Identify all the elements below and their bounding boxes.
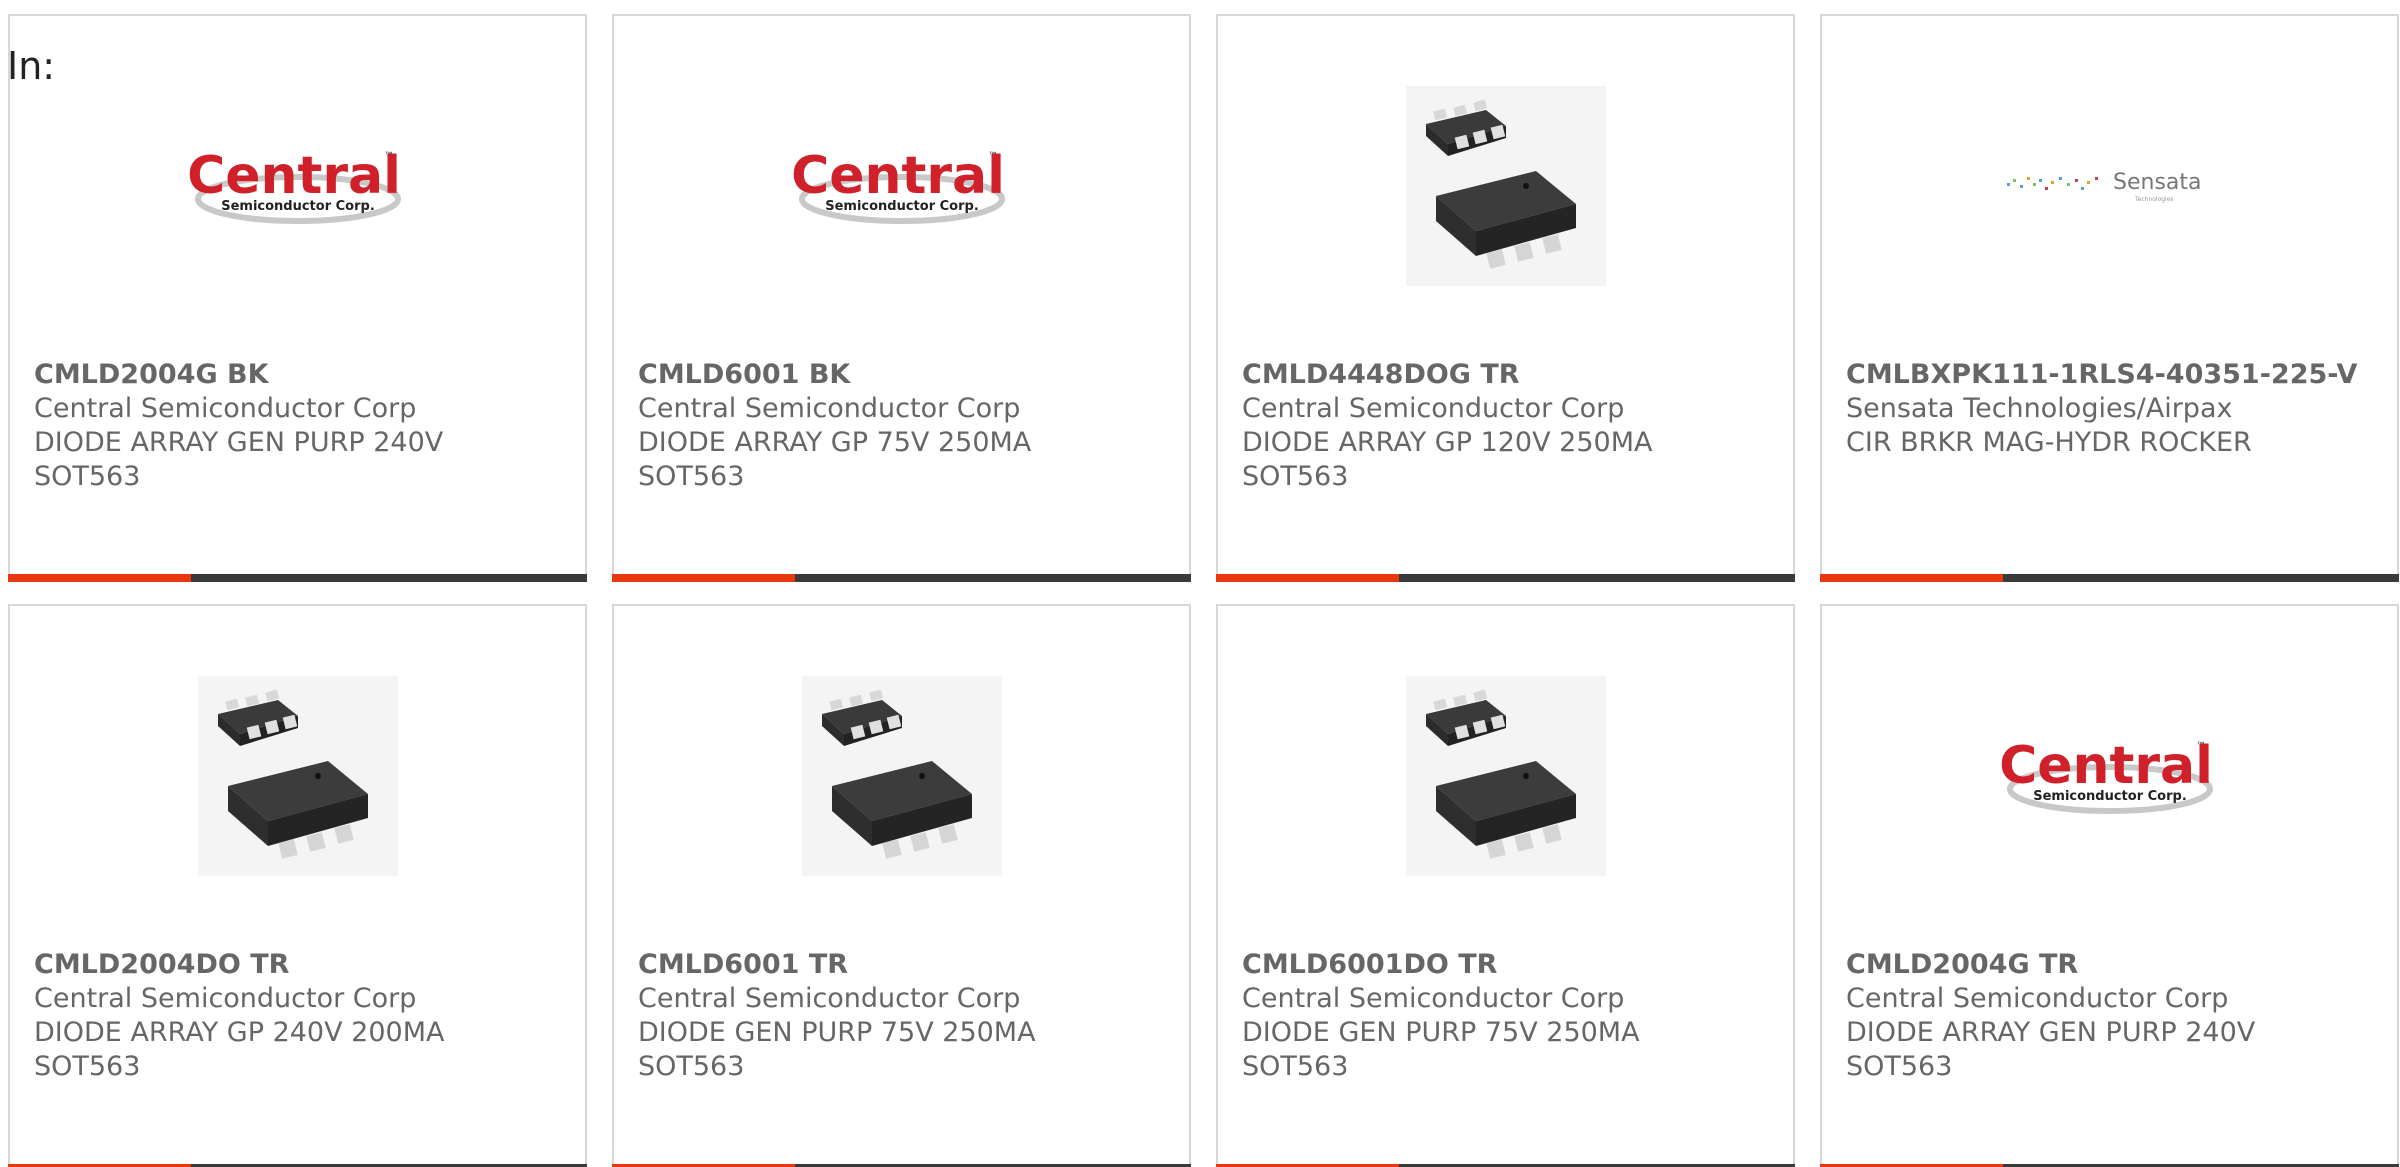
description: DIODE GEN PURP 75V 250MA: [638, 1017, 1036, 1048]
package: SOT563: [1242, 461, 1349, 492]
product-info: CMLD6001 BK Central Semiconductor Corp D…: [638, 358, 1179, 494]
svg-text:Semiconductor Corp.: Semiconductor Corp.: [825, 199, 979, 214]
manufacturer: Central Semiconductor Corp: [1242, 393, 1625, 424]
description: CIR BRKR MAG-HYDR ROCKER: [1846, 427, 2252, 458]
product-image: Central ™ Semiconductor Corp.: [1822, 671, 2397, 881]
product-info: CMLD2004G TR Central Semiconductor Corp …: [1846, 948, 2387, 1084]
part-number[interactable]: CMLD2004DO TR: [34, 948, 575, 982]
svg-text:Central: Central: [792, 146, 1005, 206]
svg-text:Technologies: Technologies: [2134, 196, 2174, 203]
product-info: CMLD2004G BK Central Semiconductor Corp …: [34, 358, 575, 494]
card-footer-bar: [1820, 574, 2399, 582]
package: SOT563: [638, 1051, 745, 1082]
product-image: Sensata Technologies: [1822, 81, 2397, 291]
product-info: CMLD6001DO TR Central Semiconductor Corp…: [1242, 948, 1783, 1084]
product-card[interactable]: CMLD2004DO TR Central Semiconductor Corp…: [8, 604, 587, 1167]
product-image: [1218, 671, 1793, 881]
card-footer-bar: [8, 574, 587, 582]
part-number[interactable]: CMLBXPK111-1RLS4-40351-225-V: [1846, 358, 2387, 392]
package: SOT563: [1242, 1051, 1349, 1082]
description: DIODE GEN PURP 75V 250MA: [1242, 1017, 1640, 1048]
part-number[interactable]: CMLD6001 TR: [638, 948, 1179, 982]
product-info: CMLD4448DOG TR Central Semiconductor Cor…: [1242, 358, 1783, 494]
description: DIODE ARRAY GEN PURP 240V: [34, 427, 444, 458]
manufacturer: Sensata Technologies/Airpax: [1846, 393, 2233, 424]
product-card[interactable]: CMLD4448DOG TR Central Semiconductor Cor…: [1216, 14, 1795, 582]
part-number[interactable]: CMLD6001 BK: [638, 358, 1179, 392]
card-footer-accent: [1820, 574, 2003, 582]
part-number[interactable]: CMLD6001DO TR: [1242, 948, 1783, 982]
card-footer-accent: [612, 574, 795, 582]
product-card[interactable]: Central ™ Semiconductor Corp. CMLD2004G …: [8, 14, 587, 582]
package: SOT563: [1846, 1051, 1953, 1082]
sot563-package-icon: [1405, 86, 1606, 286]
product-image: [10, 671, 585, 881]
sot563-package-icon: [1405, 676, 1606, 876]
description: DIODE ARRAY GP 240V 200MA: [34, 1017, 445, 1048]
manufacturer: Central Semiconductor Corp: [638, 983, 1021, 1014]
card-footer-accent: [1216, 574, 1399, 582]
product-card[interactable]: CMLD6001DO TR Central Semiconductor Corp…: [1216, 604, 1795, 1167]
product-image: Central ™ Semiconductor Corp.: [10, 81, 585, 291]
description: DIODE ARRAY GP 75V 250MA: [638, 427, 1032, 458]
product-info: CMLBXPK111-1RLS4-40351-225-V Sensata Tec…: [1846, 358, 2387, 460]
svg-text:™: ™: [2196, 741, 2206, 752]
part-number[interactable]: CMLD2004G BK: [34, 358, 575, 392]
sot563-package-icon: [801, 676, 1002, 876]
product-image: Central ™ Semiconductor Corp.: [614, 81, 1189, 291]
svg-text:™: ™: [988, 151, 998, 162]
svg-text:Semiconductor Corp.: Semiconductor Corp.: [2033, 789, 2187, 804]
product-card[interactable]: Central ™ Semiconductor Corp. CMLD2004G …: [1820, 604, 2399, 1167]
svg-text:Central: Central: [2000, 736, 2213, 796]
central-logo-icon: Central ™ Semiconductor Corp.: [792, 146, 1005, 224]
part-number[interactable]: CMLD2004G TR: [1846, 948, 2387, 982]
package: SOT563: [34, 1051, 141, 1082]
central-logo-icon: Central ™ Semiconductor Corp.: [188, 146, 401, 224]
product-image: [614, 671, 1189, 881]
svg-text:Semiconductor Corp.: Semiconductor Corp.: [221, 199, 375, 214]
svg-text:™: ™: [384, 151, 394, 162]
central-logo-icon: Central ™ Semiconductor Corp.: [2000, 736, 2213, 814]
product-info: CMLD6001 TR Central Semiconductor Corp D…: [638, 948, 1179, 1084]
product-card[interactable]: Central ™ Semiconductor Corp. CMLD6001 B…: [612, 14, 1191, 582]
description: DIODE ARRAY GEN PURP 240V: [1846, 1017, 2256, 1048]
svg-text:Sensata: Sensata: [2113, 170, 2202, 195]
product-card[interactable]: Sensata Technologies CMLBXPK111-1RLS4-40…: [1820, 14, 2399, 582]
sot563-package-icon: [197, 676, 398, 876]
package: SOT563: [638, 461, 745, 492]
manufacturer: Central Semiconductor Corp: [638, 393, 1021, 424]
manufacturer: Central Semiconductor Corp: [34, 983, 417, 1014]
description: DIODE ARRAY GP 120V 250MA: [1242, 427, 1653, 458]
package: SOT563: [34, 461, 141, 492]
product-grid-page: Central ™ Semiconductor Corp. CMLD2004G …: [0, 0, 2400, 1167]
card-footer-accent: [8, 574, 191, 582]
product-card[interactable]: CMLD6001 TR Central Semiconductor Corp D…: [612, 604, 1191, 1167]
product-info: CMLD2004DO TR Central Semiconductor Corp…: [34, 948, 575, 1084]
sensata-logo-icon: Sensata Technologies: [2006, 170, 2202, 203]
manufacturer: Central Semiconductor Corp: [1846, 983, 2229, 1014]
svg-text:Central: Central: [188, 146, 401, 206]
product-grid: Central ™ Semiconductor Corp. CMLD2004G …: [8, 14, 2399, 1167]
in-label: In:: [7, 44, 56, 88]
card-footer-bar: [1216, 574, 1795, 582]
card-footer-bar: [612, 574, 1191, 582]
manufacturer: Central Semiconductor Corp: [1242, 983, 1625, 1014]
product-image: [1218, 81, 1793, 291]
manufacturer: Central Semiconductor Corp: [34, 393, 417, 424]
part-number[interactable]: CMLD4448DOG TR: [1242, 358, 1783, 392]
